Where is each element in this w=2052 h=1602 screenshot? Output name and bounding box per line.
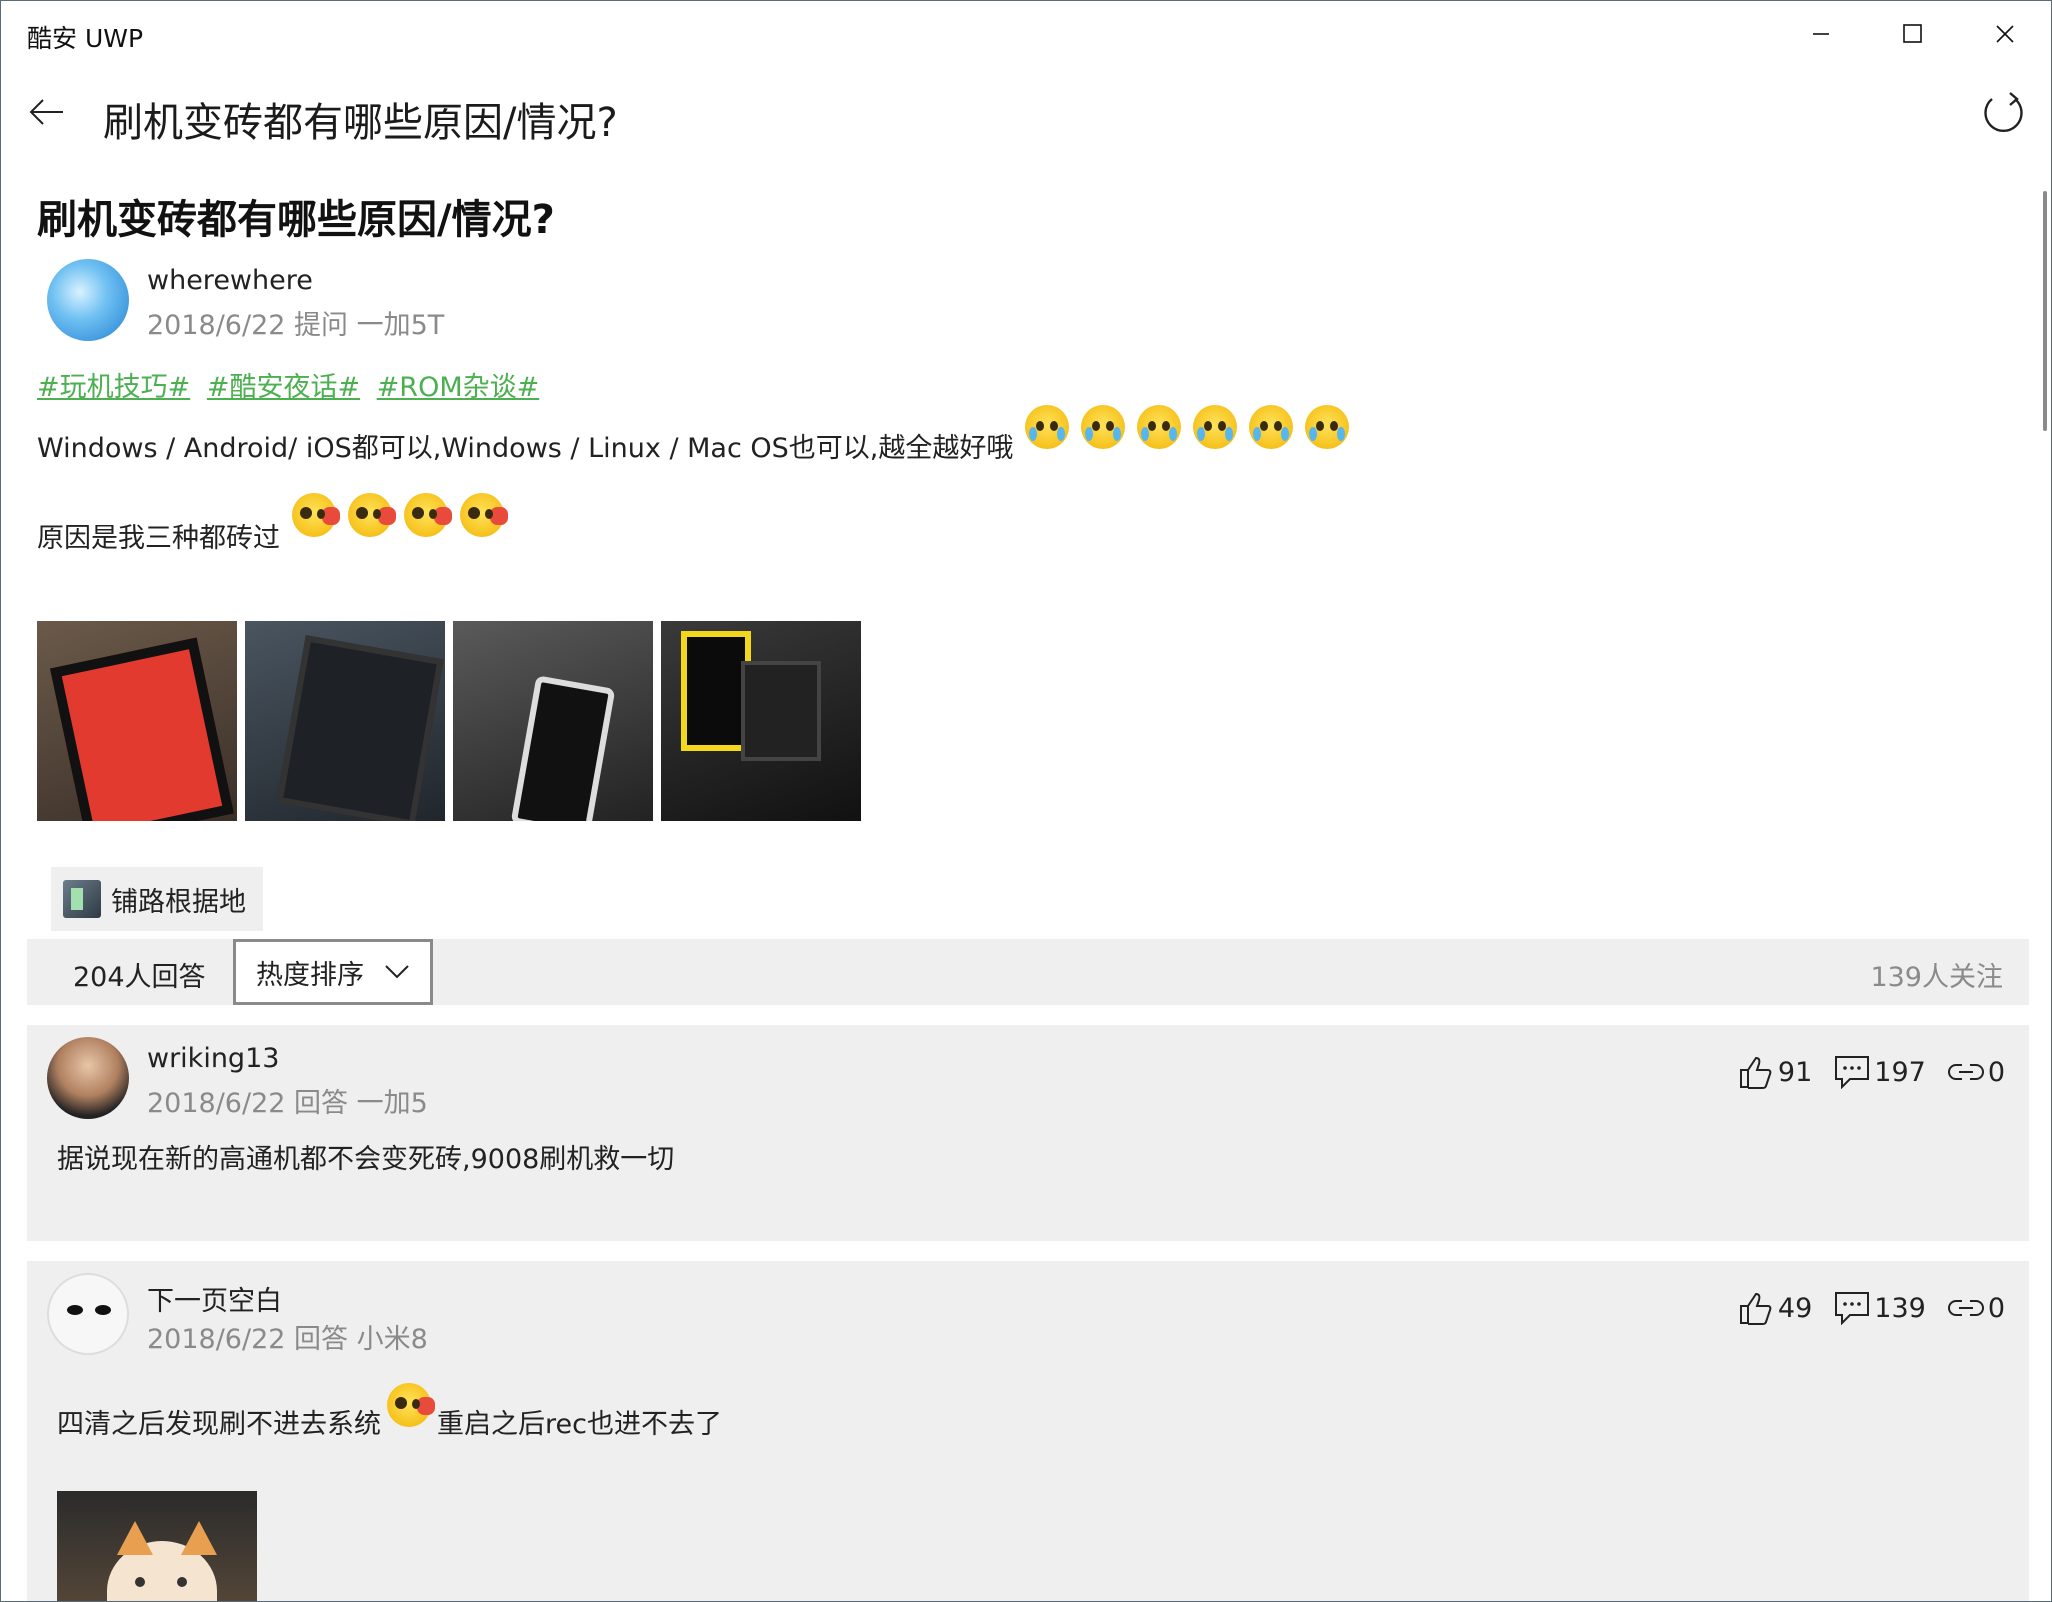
thumbs-up-icon <box>1739 1056 1772 1089</box>
share-count: 0 <box>1987 1056 2005 1088</box>
image-thumbnail[interactable] <box>245 621 445 821</box>
share-link-icon <box>1947 1300 1984 1316</box>
author-name[interactable]: wherewhere <box>147 265 313 296</box>
answer-card[interactable]: 下一页空白 2018/6/22 回答 小米8 49 139 0 四清之后发现刷不… <box>27 1261 2029 1601</box>
avatar[interactable] <box>47 1273 129 1355</box>
avatar[interactable] <box>47 1037 129 1119</box>
image-gallery <box>37 621 861 821</box>
share-button[interactable]: 0 <box>1947 1056 2005 1088</box>
paragraph-text: 原因是我三种都砖过 <box>37 523 280 554</box>
answer-author[interactable]: 下一页空白 <box>147 1279 282 1318</box>
answer-text-part: 重启之后rec也进不去了 <box>437 1409 722 1440</box>
image-thumbnail[interactable] <box>661 621 861 821</box>
crying-laugh-emoji-icon <box>1025 405 1070 449</box>
maximize-icon <box>1903 24 1922 43</box>
share-link-icon <box>1947 1064 1984 1080</box>
comment-button[interactable]: 197 <box>1834 1055 1926 1089</box>
crying-laugh-emoji-icon <box>1193 405 1238 449</box>
page-header: 刷机变砖都有哪些原因/情况? <box>1 67 2051 167</box>
comment-button[interactable]: 139 <box>1834 1291 1926 1325</box>
refresh-button[interactable] <box>1977 87 2029 139</box>
answer-meta: 2018/6/22 回答 小米8 <box>147 1324 428 1355</box>
tag-link[interactable]: #ROM杂谈# <box>377 372 540 403</box>
crying-laugh-emoji-icon <box>1305 405 1350 449</box>
question-paragraph: 原因是我三种都砖过 <box>37 493 510 555</box>
comment-icon <box>1835 1292 1870 1325</box>
shy-emoji-icon <box>460 493 508 537</box>
image-thumbnail[interactable] <box>453 621 653 821</box>
answer-text-part: 四清之后发现刷不进去系统 <box>57 1409 381 1440</box>
sort-dropdown[interactable]: 热度排序 <box>233 939 433 1005</box>
page-title: 刷机变砖都有哪些原因/情况? <box>103 100 618 146</box>
answer-card[interactable]: wriking13 2018/6/22 回答 一加5 91 197 0 据说现在… <box>27 1025 2029 1241</box>
close-icon <box>1996 25 2014 43</box>
share-button[interactable]: 0 <box>1947 1292 2005 1324</box>
scrollbar-thumb[interactable] <box>2043 191 2047 431</box>
answers-toolbar: 204人回答 热度排序 139人关注 <box>27 939 2029 1005</box>
tag-link[interactable]: #玩机技巧# <box>37 372 190 403</box>
answer-text: 四清之后发现刷不进去系统 重启之后rec也进不去了 <box>57 1383 722 1441</box>
tag-list: #玩机技巧# #酷安夜话# #ROM杂谈# <box>37 365 547 404</box>
question-content: 刷机变砖都有哪些原因/情况? wherewhere 2018/6/22 提问 一… <box>1 167 2031 1601</box>
question-paragraph: Windows / Android/ iOS都可以,Windows / Linu… <box>37 405 1355 465</box>
shy-emoji-icon <box>348 493 396 537</box>
topic-label: 铺路根据地 <box>111 886 246 918</box>
like-count: 91 <box>1777 1056 1813 1088</box>
title-bar: 酷安 UWP <box>1 1 2051 67</box>
answer-author[interactable]: wriking13 <box>147 1043 279 1074</box>
like-button[interactable]: 49 <box>1738 1291 1812 1325</box>
answer-count: 204人回答 <box>73 962 206 993</box>
cat-ear-shape <box>117 1521 153 1555</box>
crying-laugh-emoji-icon <box>1137 405 1182 449</box>
shy-emoji-icon <box>387 1383 435 1427</box>
close-button[interactable] <box>1959 1 2051 67</box>
back-button[interactable] <box>21 87 71 137</box>
image-thumbnail[interactable] <box>57 1491 257 1601</box>
question-title: 刷机变砖都有哪些原因/情况? <box>37 197 555 243</box>
answer-stats: 91 197 0 <box>1738 1055 2005 1089</box>
thumbs-up-icon <box>1739 1292 1772 1325</box>
crying-laugh-emoji-icon <box>1081 405 1126 449</box>
sort-selected-value: 热度排序 <box>256 959 364 991</box>
crying-laugh-emoji-icon <box>1249 405 1294 449</box>
tag-link[interactable]: #酷安夜话# <box>207 372 360 403</box>
like-button[interactable]: 91 <box>1738 1055 1812 1089</box>
topic-chip[interactable]: 铺路根据地 <box>51 867 263 931</box>
topic-icon <box>63 880 101 918</box>
share-count: 0 <box>1987 1292 2005 1324</box>
question-meta: 2018/6/22 提问 一加5T <box>147 310 445 341</box>
shy-emoji-icon <box>292 493 340 537</box>
app-window: 酷安 UWP 刷机变砖都有哪些原因/情况? 刷机变砖都有哪些原因/情况? whe… <box>0 0 2052 1602</box>
emoji-group <box>1019 405 1355 449</box>
image-thumbnail[interactable] <box>37 621 237 821</box>
comment-count: 197 <box>1874 1056 1926 1088</box>
back-arrow-icon <box>29 99 63 125</box>
comment-icon <box>1835 1056 1870 1089</box>
chevron-down-icon <box>385 965 409 979</box>
app-title: 酷安 UWP <box>27 24 144 53</box>
minimize-button[interactable] <box>1775 1 1867 67</box>
author-avatar[interactable] <box>47 259 129 341</box>
paragraph-text: Windows / Android/ iOS都可以,Windows / Linu… <box>37 433 1014 464</box>
emoji-group <box>286 493 510 537</box>
maximize-button[interactable] <box>1867 1 1959 67</box>
comment-count: 139 <box>1874 1292 1926 1324</box>
answer-stats: 49 139 0 <box>1738 1291 2005 1325</box>
answer-meta: 2018/6/22 回答 一加5 <box>147 1088 428 1119</box>
shy-emoji-icon <box>404 493 452 537</box>
like-count: 49 <box>1777 1292 1813 1324</box>
follow-count: 139人关注 <box>1870 962 2003 993</box>
cat-ear-shape <box>181 1521 217 1555</box>
minimize-icon <box>1813 33 1829 35</box>
refresh-icon <box>1984 92 2023 132</box>
answer-text: 据说现在新的高通机都不会变死砖,9008刷机救一切 <box>57 1144 675 1175</box>
